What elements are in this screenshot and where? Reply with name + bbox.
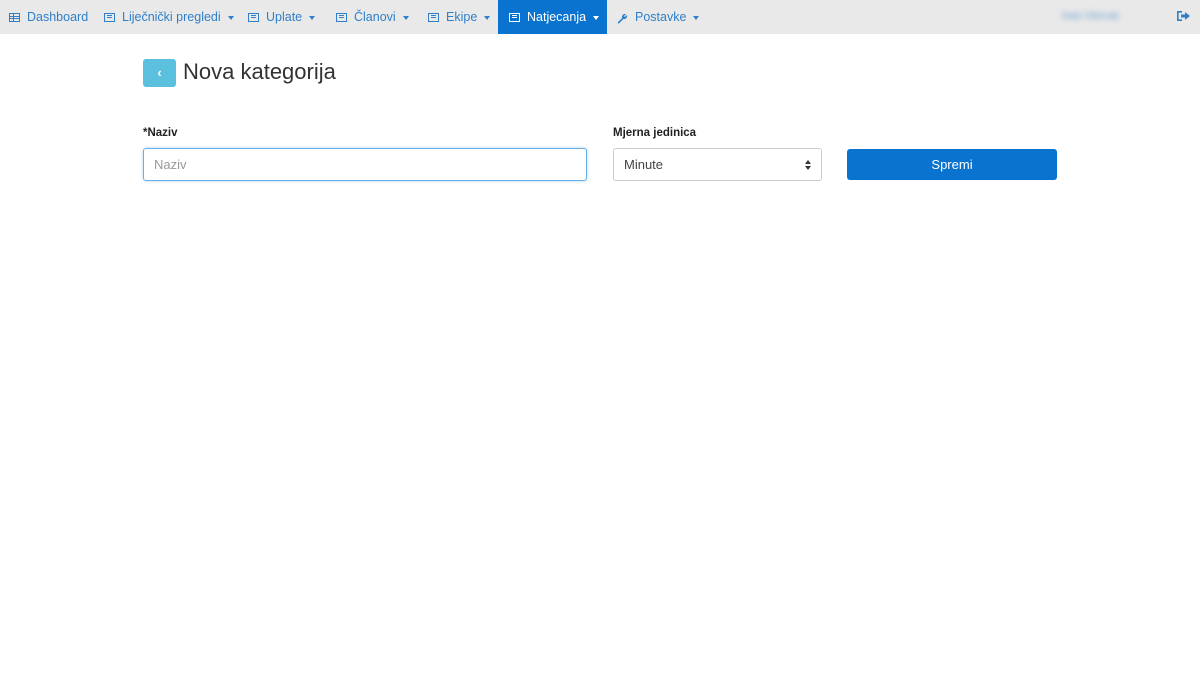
table-icon xyxy=(9,12,20,22)
nav-item-label: Članovi xyxy=(354,10,396,24)
naziv-label: *Naziv xyxy=(143,127,178,139)
list-icon xyxy=(336,12,347,22)
page-title: Nova kategorija xyxy=(183,59,336,84)
unit-label: Mjerna jedinica xyxy=(613,127,697,139)
select-arrows-icon xyxy=(805,160,811,170)
nav-item-dashboard[interactable]: Dashboard xyxy=(0,0,96,34)
sign-out-icon[interactable] xyxy=(1176,9,1191,23)
naziv-input[interactable] xyxy=(143,148,587,181)
caret-down-icon xyxy=(227,15,234,20)
back-button[interactable]: ‹ xyxy=(143,59,176,87)
user-name[interactable]: Ivan Horvat xyxy=(1062,10,1118,22)
top-navbar: Dashboard Liječnički pregledi Uplate Čla… xyxy=(0,0,1200,34)
unit-select-value: Minute xyxy=(624,157,664,172)
nav-item-natjecanja[interactable]: Natjecanja xyxy=(498,0,607,34)
wrench-icon xyxy=(617,13,628,24)
list-icon xyxy=(248,12,259,22)
nav-item-label: Postavke xyxy=(635,10,687,24)
list-icon xyxy=(509,12,520,22)
list-icon xyxy=(428,12,439,22)
caret-down-icon xyxy=(593,15,600,20)
caret-down-icon xyxy=(693,15,700,20)
caret-down-icon xyxy=(309,15,316,20)
nav-item-label: Uplate xyxy=(266,10,303,24)
caret-down-icon xyxy=(402,15,409,20)
nav-item-label: Dashboard xyxy=(27,10,89,24)
caret-down-icon xyxy=(484,15,491,20)
nav-item-ekipe[interactable]: Ekipe xyxy=(428,0,491,34)
nav-item-label: Natjecanja xyxy=(527,10,587,24)
nav-item-clanovi[interactable]: Članovi xyxy=(336,0,409,34)
chevron-left-icon: ‹ xyxy=(157,65,162,80)
unit-select[interactable]: Minute xyxy=(613,148,822,181)
save-button[interactable]: Spremi xyxy=(847,149,1057,180)
nav-item-label: Ekipe xyxy=(446,10,478,24)
nav-item-label: Liječnički pregledi xyxy=(122,10,221,24)
list-icon xyxy=(104,12,115,22)
nav-item-lijecnicki-pregledi[interactable]: Liječnički pregledi xyxy=(104,0,234,34)
nav-item-uplate[interactable]: Uplate xyxy=(248,0,316,34)
nav-item-postavke[interactable]: Postavke xyxy=(617,0,700,34)
